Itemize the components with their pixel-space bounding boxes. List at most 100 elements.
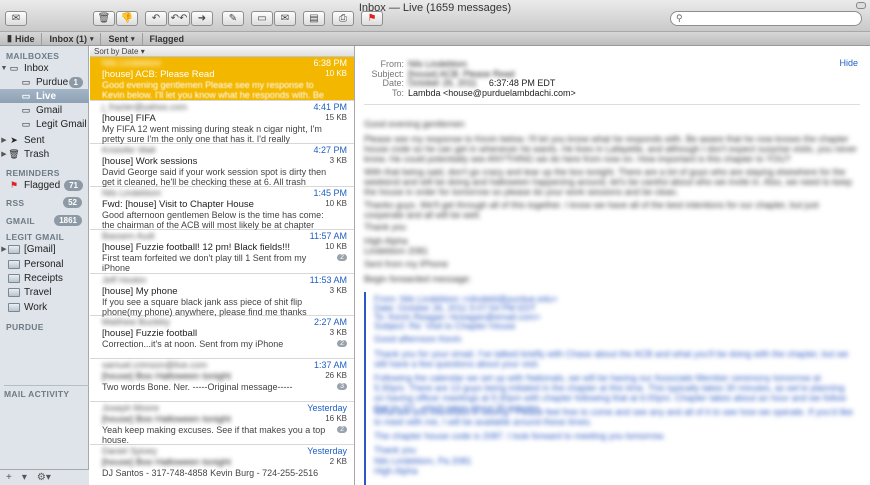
time-value: 6:37:48 PM EDT bbox=[488, 78, 556, 88]
reply-button[interactable]: ↶ bbox=[145, 11, 167, 26]
delete-button[interactable]: 🗑 bbox=[93, 11, 115, 26]
sidebar-item-flagged[interactable]: ⚑ Flagged 71 bbox=[0, 178, 89, 192]
message-subject: [house] Work sessions bbox=[102, 156, 198, 167]
sidebar-item-purdue[interactable]: ▭ Purdue 1 bbox=[0, 75, 89, 89]
message-row-top: Kristofer Walt 4:27 PM bbox=[102, 145, 347, 156]
message-row-top: Matthew Buckley 2:27 AM bbox=[102, 317, 347, 328]
from-value[interactable]: Nils Lindeblom bbox=[408, 59, 467, 69]
message-date: Yesterday bbox=[307, 446, 347, 456]
message-row[interactable]: samuel.crimson@live.com 1:37 AM [house] Bo… bbox=[90, 359, 354, 402]
message-row-top: Daniel Spivey Yesterday bbox=[102, 446, 347, 457]
body-paragraph: Please see my response to Kevin below. I… bbox=[364, 134, 858, 164]
print-button[interactable]: ⎙ bbox=[332, 11, 354, 26]
get-mail-button[interactable]: ✉ bbox=[5, 11, 27, 26]
reply-all-icon: ↶↶ bbox=[170, 13, 188, 24]
archive-button[interactable]: ▤ bbox=[303, 11, 325, 26]
favorite-inbox[interactable]: Inbox (1) ▾ bbox=[42, 32, 102, 45]
message-size: 2 KB bbox=[329, 457, 347, 466]
chevron-down-icon: ▾ bbox=[89, 35, 94, 43]
compose-button[interactable]: ✎ bbox=[222, 11, 244, 26]
forward-button[interactable]: ➜ bbox=[191, 11, 213, 26]
message-row[interactable]: Kristofer Walt 4:27 PM [house] Work sessio… bbox=[90, 144, 354, 187]
sidebar-item-label: Personal bbox=[24, 258, 64, 270]
message-row-mid: [house] My phone 3 KB bbox=[102, 286, 347, 297]
from-label: From: bbox=[380, 59, 405, 69]
message-row[interactable]: Nils Lindeblom 1:45 PM Fwd: [house] Visit … bbox=[90, 187, 354, 230]
message-row-mid: [house] Boo Halloween tonight 16 KB bbox=[102, 414, 347, 425]
message-date: 6:38 PM bbox=[313, 58, 347, 68]
note-icon: ▭ bbox=[257, 13, 267, 24]
message-row[interactable]: Bassem Audi 11:57 AM [house] Fuzzie footba… bbox=[90, 230, 354, 274]
message-row-top: Nils Lindeblom 6:38 PM bbox=[102, 58, 347, 69]
message-row[interactable]: Matthew Buckley 2:27 AM [house] Fuzzie foo… bbox=[90, 316, 354, 359]
hide-mailboxes-button[interactable]: ▮ Hide bbox=[0, 32, 43, 45]
sender-name: samuel.crimson@live.com bbox=[102, 360, 208, 370]
sidebar-item-inbox[interactable]: ▼ ▭ Inbox bbox=[0, 61, 89, 75]
message-list: Sort by Date ▾ Nils Lindeblom 6:38 PM [hou… bbox=[90, 46, 355, 485]
message-row-mid: [house] ACB: Please Read 10 KB bbox=[102, 69, 347, 80]
sidebar-item-legit-gmail[interactable]: ▭ Legit Gmail bbox=[0, 117, 89, 131]
thread-count-badge[interactable]: 3 bbox=[337, 383, 347, 390]
disclosure-triangle-icon: ▼ bbox=[0, 64, 8, 72]
sidebar-folder-receipts[interactable]: Receipts bbox=[0, 271, 89, 285]
rss-header[interactable]: RSS bbox=[6, 198, 24, 208]
message-row[interactable]: j_frazier@yahoo.com 4:41 PM [house] FIFA 15… bbox=[90, 101, 354, 144]
thread-count-badge[interactable]: 2 bbox=[337, 340, 347, 347]
gmail-count-badge: 1861 bbox=[54, 215, 82, 226]
sidebar-item-gmail[interactable]: ▭ Gmail bbox=[0, 103, 89, 117]
search-input[interactable] bbox=[685, 13, 856, 24]
sidebar-folder-work[interactable]: Work bbox=[0, 300, 89, 314]
message-row[interactable]: Jeff Hoskin 11:53 AM [house] My phone 3 KB I… bbox=[90, 274, 354, 317]
note-button[interactable]: ▭ bbox=[251, 11, 273, 26]
to-value[interactable]: Lambda <house@purduelambdachi.com> bbox=[408, 88, 576, 98]
message-subject: [house] FIFA bbox=[102, 113, 156, 124]
flag-button[interactable]: ⚑ bbox=[361, 11, 383, 26]
sort-label: Sort by Date bbox=[94, 47, 139, 56]
sidebar-item-label: Live bbox=[36, 90, 57, 102]
todo-button[interactable]: ✉ bbox=[274, 11, 296, 26]
gmail-header[interactable]: GMAIL bbox=[6, 216, 35, 226]
sender-name: Joseph Moore bbox=[102, 403, 160, 413]
inbox-icon: ▭ bbox=[21, 118, 31, 129]
sidebar-item-trash[interactable]: ▶ 🗑 Trash bbox=[0, 147, 89, 161]
inbox-icon: ▭ bbox=[21, 76, 31, 87]
favorite-flagged[interactable]: Flagged bbox=[143, 33, 192, 45]
purdue-header[interactable]: PURDUE bbox=[6, 322, 44, 332]
thread-count-badge[interactable]: 2 bbox=[337, 254, 347, 261]
message-row[interactable]: Nils Lindeblom 6:38 PM [house] ACB: Please… bbox=[90, 57, 354, 101]
reply-all-button[interactable]: ↶↶ bbox=[168, 11, 190, 26]
gear-icon[interactable]: ⚙▾ bbox=[37, 472, 51, 483]
search-field[interactable]: ⚲ bbox=[670, 11, 862, 26]
sidebar-item-sent[interactable]: ▶ ➤ Sent bbox=[0, 133, 89, 147]
sidebar-folder-travel[interactable]: Travel bbox=[0, 285, 89, 299]
sidebar-folder-gmail[interactable]: ▶ [Gmail] bbox=[0, 242, 89, 256]
junk-button[interactable]: 👎 bbox=[116, 11, 138, 26]
mail-icon: ✉ bbox=[280, 13, 290, 24]
sort-bar[interactable]: Sort by Date ▾ bbox=[90, 46, 354, 57]
sidebar-item-label: Sent bbox=[24, 134, 45, 146]
message-row[interactable]: Joseph Moore Yesterday [house] Boo Hallowe… bbox=[90, 402, 354, 445]
message-row-top: Nils Lindeblom 1:45 PM bbox=[102, 188, 347, 199]
sidebar-item-label: [Gmail] bbox=[24, 243, 56, 255]
body-paragraph: Lindeblom 2081 bbox=[364, 246, 429, 256]
favorite-sent[interactable]: Sent ▾ bbox=[101, 32, 143, 45]
add-mailbox-icon[interactable]: + bbox=[6, 472, 12, 483]
quoted-paragraph: Thank you bbox=[374, 445, 417, 455]
message-preview: Good evening gentlemen Please see my res… bbox=[102, 80, 324, 100]
sender-name: Daniel Spivey bbox=[102, 446, 158, 456]
hide-headers-link[interactable]: Hide bbox=[839, 58, 858, 68]
sidebar-item-live[interactable]: ▭ Live bbox=[0, 89, 89, 103]
message-row[interactable]: Daniel Spivey Yesterday [house] Boo Hallow… bbox=[90, 445, 354, 485]
message-row-top: Joseph Moore Yesterday bbox=[102, 403, 347, 414]
quoted-paragraph: Nils Lindeblom, Pa 2081 bbox=[374, 456, 472, 466]
inbox-icon: ▭ bbox=[21, 104, 31, 115]
activity-icon[interactable]: ▾ bbox=[22, 472, 27, 483]
message-row-top: Jeff Hoskin 11:53 AM bbox=[102, 275, 347, 286]
disclosure-triangle-icon: ▶ bbox=[1, 246, 7, 253]
trash-icon: 🗑 bbox=[97, 13, 111, 24]
toolbar-toggle-button[interactable] bbox=[856, 2, 866, 9]
thread-count-badge[interactable]: 2 bbox=[337, 426, 347, 433]
compose-icon: ✎ bbox=[228, 13, 238, 24]
sidebar-folder-personal[interactable]: Personal bbox=[0, 257, 89, 271]
legit-gmail-header[interactable]: LEGIT GMAIL bbox=[6, 232, 64, 242]
